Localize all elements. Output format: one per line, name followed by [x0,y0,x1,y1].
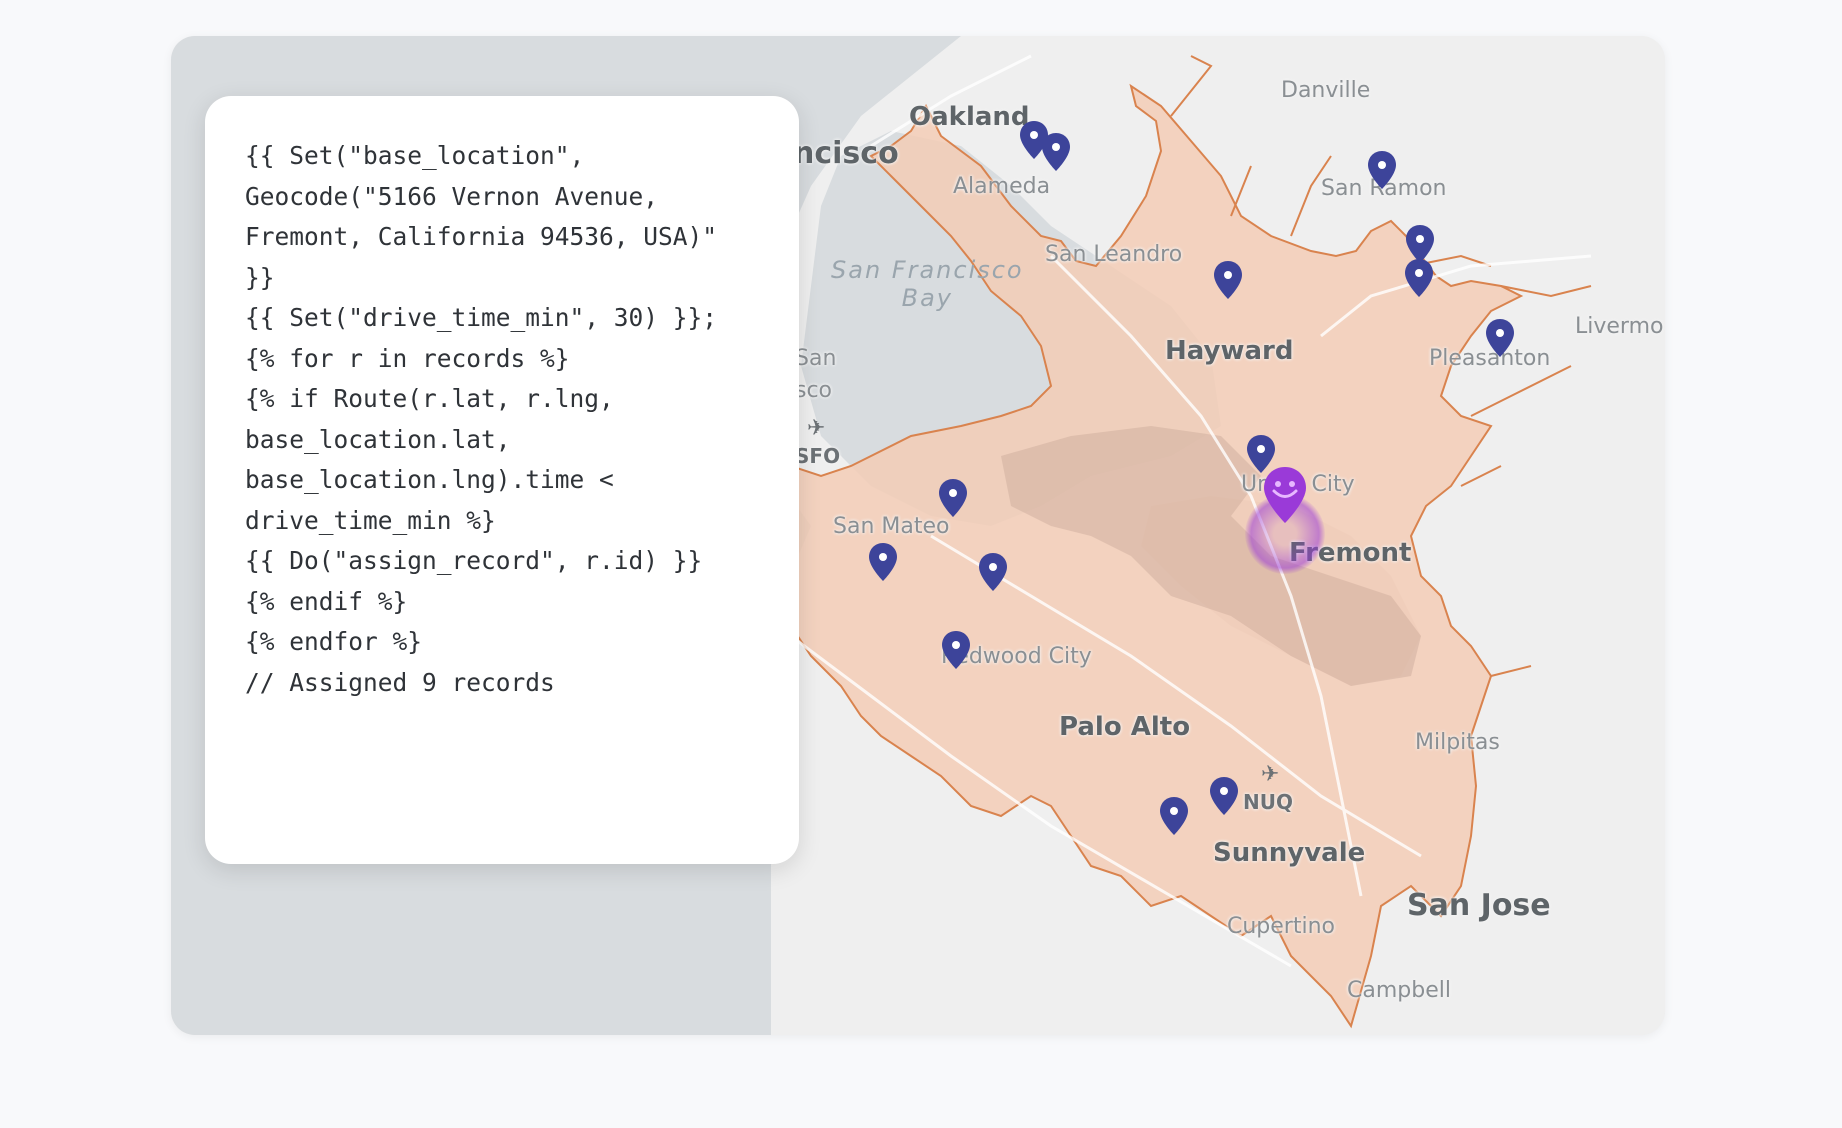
label-palo-alto: Palo Alto [1059,712,1191,742]
label-alameda: Alameda [953,174,1051,199]
code-line: base_location.lat, [245,424,511,454]
label-bay-water: San Francisco Bay [831,256,1024,312]
label-san-leandro: San Leandro [1045,242,1183,267]
code-line: {% for r in records %} [245,343,570,373]
map-pin-icon[interactable] [978,552,1008,592]
code-panel: {{ Set("base_location", Geocode("5166 Ve… [205,96,799,864]
code-line: base_location.lng).time < [245,465,614,494]
label-danville: Danville [1281,78,1371,103]
label-milpitas: Milpitas [1415,730,1500,755]
code-line: {{ Do("assign_record", r.id) }} [245,546,703,575]
label-sunnyvale: Sunnyvale [1213,838,1366,868]
map-pin-icon[interactable] [1159,796,1189,836]
map-pin-icon[interactable] [1213,260,1243,300]
label-oakland: Oakland [909,102,1030,132]
code-line: {{ Set("base_location", [245,141,585,170]
label-nuq-airport: NUQ [1243,790,1293,814]
airplane-icon: ✈ [807,416,826,441]
label-sfo-airport: SFO [795,444,841,468]
label-cupertino: Cupertino [1227,914,1335,939]
map-pin-icon[interactable] [1367,150,1397,190]
code-line: {% if Route(r.lat, r.lng, [245,384,614,413]
airplane-icon: ✈ [1261,762,1280,787]
map-pin-icon[interactable] [1209,776,1239,816]
label-san-mateo: San Mateo [833,514,950,539]
code-line: drive_time_min %} [245,505,496,535]
label-sco-fragment: sco [795,378,833,403]
label-san-jose: San Jose [1407,888,1551,923]
code-line: }} [245,262,275,292]
label-san-fragment: San [795,346,837,371]
label-livermore: Livermo [1575,314,1664,339]
code-result-comment: // Assigned 9 records [245,667,555,697]
label-san-francisco: ncisco [793,136,899,171]
code-line: Fremont, California 94536, USA)" [245,222,718,251]
code-line: {{ Set("drive_time_min", 30) }}; [245,303,718,332]
map-pin-icon[interactable] [1485,318,1515,358]
map-pin-icon[interactable] [868,542,898,582]
smiley-pin-icon[interactable] [1263,466,1307,524]
map-pin-icon[interactable] [1404,258,1434,298]
map-pin-icon[interactable] [941,630,971,670]
code-line: {% endfor %} [245,627,423,656]
label-bay-line2: Bay [901,284,953,312]
map-pin-icon[interactable] [1041,132,1071,172]
label-campbell: Campbell [1347,978,1451,1003]
map-pin-icon[interactable] [938,478,968,518]
code-line: Geocode("5166 Vernon Avenue, [245,181,659,211]
label-bay-line1: San Francisco [831,256,1024,284]
label-hayward: Hayward [1165,336,1294,366]
code-line: {% endif %} [245,586,408,616]
